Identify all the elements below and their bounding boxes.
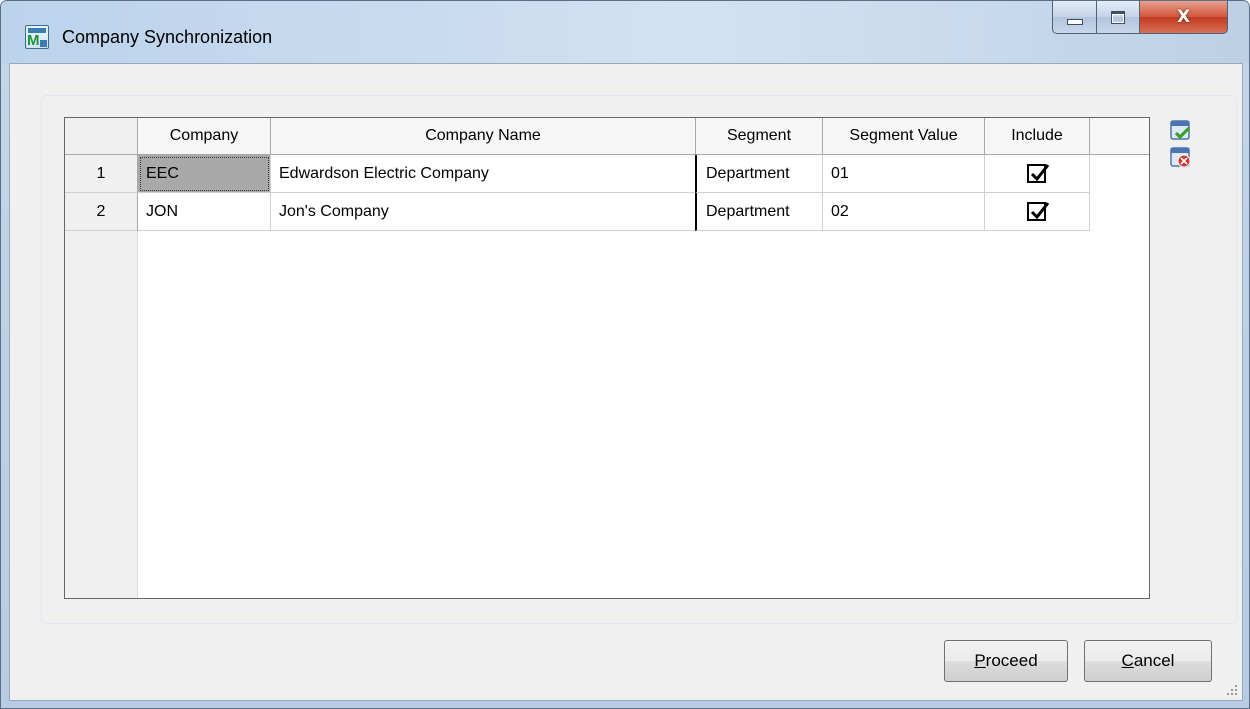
column-header-segment-value[interactable]: Segment Value bbox=[823, 118, 985, 155]
include-checkbox[interactable] bbox=[1027, 164, 1050, 183]
cell-segment[interactable]: Department bbox=[695, 155, 823, 193]
cancel-button[interactable]: Cancel bbox=[1084, 640, 1212, 682]
column-header-include[interactable]: Include bbox=[985, 118, 1090, 155]
checkmark-icon bbox=[1030, 164, 1050, 182]
checkmark-icon bbox=[1030, 202, 1050, 220]
cell-include[interactable] bbox=[985, 155, 1090, 193]
column-header-filler bbox=[1090, 118, 1149, 155]
column-header-company[interactable]: Company bbox=[138, 118, 271, 155]
clear-all-icon[interactable] bbox=[1170, 147, 1192, 169]
column-header-company-name[interactable]: Company Name bbox=[271, 118, 696, 155]
title-bar[interactable]: M Company Synchronization X bbox=[1, 1, 1249, 63]
column-header-segment[interactable]: Segment bbox=[696, 118, 823, 155]
cell-segment-value[interactable]: 01 bbox=[823, 155, 985, 193]
maximize-icon bbox=[1111, 10, 1125, 24]
company-grid[interactable]: Company Company Name Segment Segment Val… bbox=[64, 117, 1150, 599]
app-icon[interactable]: M bbox=[25, 25, 49, 49]
cell-segment[interactable]: Department bbox=[695, 193, 823, 231]
cell-company[interactable]: EEC bbox=[138, 155, 271, 193]
row-header[interactable]: 2 bbox=[65, 193, 138, 231]
close-button[interactable]: X bbox=[1139, 1, 1228, 34]
cell-include[interactable] bbox=[985, 193, 1090, 231]
select-all-icon[interactable] bbox=[1170, 120, 1192, 142]
row-header[interactable]: 1 bbox=[65, 155, 138, 193]
resize-grip-icon[interactable] bbox=[1224, 682, 1238, 696]
company-synchronization-window: M Company Synchronization X Company Comp… bbox=[0, 0, 1250, 709]
close-icon: X bbox=[1176, 7, 1191, 27]
proceed-button[interactable]: Proceed bbox=[944, 640, 1068, 682]
window-title: Company Synchronization bbox=[62, 27, 273, 47]
minimize-button[interactable] bbox=[1052, 1, 1097, 34]
dialog-client-area: Company Company Name Segment Segment Val… bbox=[9, 63, 1243, 701]
minimize-icon bbox=[1066, 19, 1083, 25]
grid-corner-header bbox=[65, 118, 138, 155]
maximize-button[interactable] bbox=[1096, 1, 1140, 34]
include-checkbox[interactable] bbox=[1027, 202, 1050, 221]
cell-company-name[interactable]: Edwardson Electric Company bbox=[271, 155, 696, 193]
cell-segment-value[interactable]: 02 bbox=[823, 193, 985, 231]
cell-company-name[interactable]: Jon's Company bbox=[271, 193, 696, 231]
cell-company[interactable]: JON bbox=[138, 193, 271, 231]
